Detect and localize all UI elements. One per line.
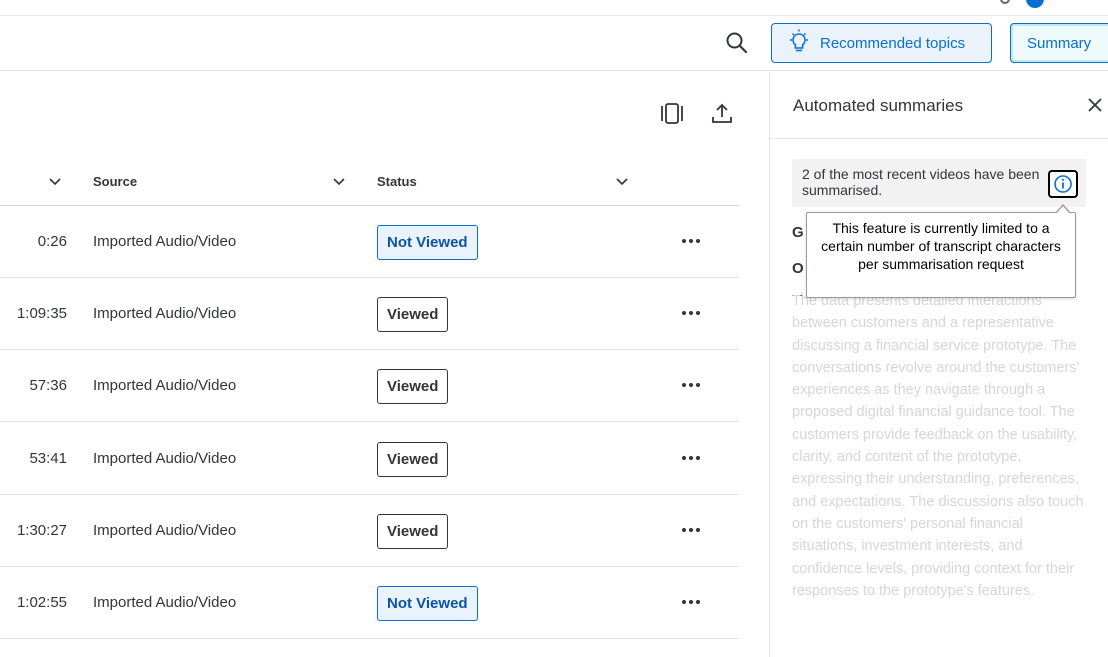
column-settings-icon[interactable] [659,102,685,126]
table-row[interactable]: 1:30:27 Imported Audio/Video Viewed [0,495,739,567]
more-icon[interactable] [682,595,704,609]
summary-label: Summary [1027,34,1092,52]
source-cell: Imported Audio/Video [93,305,237,322]
duration-cell: 1:30:27 [16,522,67,539]
status-badge[interactable]: Not Viewed [377,586,478,621]
chevron-down-icon[interactable] [331,173,347,189]
help-icon[interactable] [1000,0,1010,4]
chevron-down-icon[interactable] [47,173,63,189]
summary-button[interactable]: Summary [1010,23,1108,63]
more-icon[interactable] [682,451,704,465]
summary-info-box: 2 of the most recent videos have been su… [792,159,1086,207]
column-header-status[interactable]: Status [377,174,417,189]
status-badge[interactable]: Viewed [377,442,449,477]
duration-cell: 53:41 [29,450,67,467]
column-header-source[interactable]: Source [93,174,137,189]
recommended-topics-button[interactable]: Recommended topics [771,23,992,63]
duration-cell: 57:36 [29,377,67,394]
close-icon[interactable] [1086,96,1104,114]
source-cell: Imported Audio/Video [93,233,237,250]
panel-header: Automated summaries [770,72,1108,139]
duration-cell: 1:02:55 [16,594,67,611]
export-icon[interactable] [709,102,735,126]
info-tooltip: This feature is currently limited to a c… [806,204,1076,298]
search-icon[interactable] [724,30,750,56]
summary-text-faded: The data presents detailed interactions … [792,293,1084,599]
table-row[interactable]: 57:36 Imported Audio/Video Viewed [0,350,739,422]
table-row[interactable]: 0:26 Imported Audio/Video Not Viewed [0,206,739,278]
table-row[interactable]: 1:09:35 Imported Audio/Video Viewed [0,278,739,350]
automated-summaries-panel: Automated summaries 2 of the most recent… [769,72,1108,657]
tooltip-text: This feature is currently limited to a c… [821,220,1061,272]
status-badge[interactable]: Viewed [377,369,449,404]
status-badge[interactable]: Viewed [377,297,449,332]
source-cell: Imported Audio/Video [93,522,237,539]
source-cell: Imported Audio/Video [93,594,237,611]
status-badge[interactable]: Not Viewed [377,225,478,260]
table-row[interactable]: 53:41 Imported Audio/Video Viewed [0,423,739,495]
status-badge[interactable]: Viewed [377,514,449,549]
more-icon[interactable] [682,234,704,248]
toolbar: Recommended topics Summary [0,16,1108,71]
chevron-down-icon[interactable] [614,173,630,189]
more-icon[interactable] [682,378,704,392]
more-icon[interactable] [682,306,704,320]
section-heading-partial: O [792,260,804,277]
source-cell: Imported Audio/Video [93,450,237,467]
info-icon[interactable] [1048,170,1078,198]
source-cell: Imported Audio/Video [93,377,237,394]
lightbulb-icon [788,29,810,57]
duration-cell: 1:09:35 [16,305,67,322]
summary-info-text: 2 of the most recent videos have been su… [802,166,1040,198]
more-icon[interactable] [682,523,704,537]
table-row[interactable]: 1:02:55 Imported Audio/Video Not Viewed [0,567,739,639]
recommended-topics-label: Recommended topics [820,34,966,52]
top-header-strip [0,0,1108,16]
table-header: Source Status [0,158,739,206]
avatar[interactable] [1026,0,1044,8]
main-content: Source Status 0:26 Imported Audio/Video … [0,72,769,657]
section-heading-partial: G [792,224,804,241]
duration-cell: 0:26 [37,233,67,250]
panel-title: Automated summaries [793,96,964,115]
